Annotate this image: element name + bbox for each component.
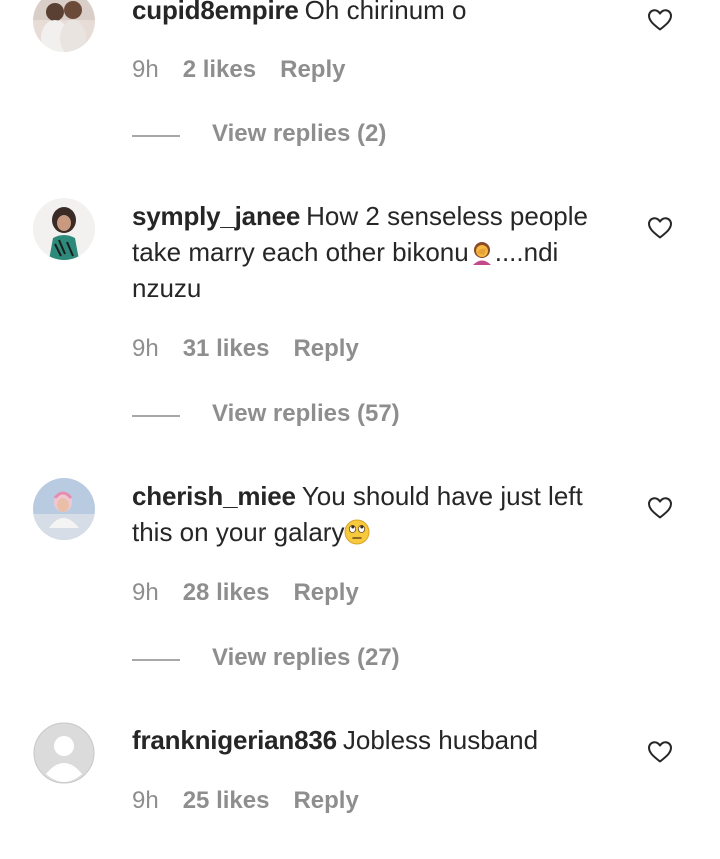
avatar[interactable] (33, 722, 95, 784)
comment-likes[interactable]: 31 likes (183, 335, 270, 362)
reply-button[interactable]: Reply (280, 56, 345, 83)
comment-username[interactable]: cupid8empire (132, 0, 299, 25)
profile-photo (33, 198, 95, 260)
comment-meta: 9h 2 likes Reply (132, 56, 345, 84)
heart-outline-icon[interactable] (647, 496, 673, 520)
comment-meta: 9h 31 likes Reply (132, 335, 359, 363)
comment-meta: 9h 25 likes Reply (132, 787, 359, 815)
comment-time: 9h (132, 579, 159, 606)
woman-facepalming-emoji (472, 242, 491, 265)
face-with-rolling-eyes-emoji (344, 519, 370, 545)
comment-username[interactable]: cherish_miee (132, 481, 296, 511)
comment-text: symply_janee How 2 senseless people take … (132, 198, 622, 306)
replies-divider (132, 135, 180, 137)
default-avatar-icon (33, 722, 95, 784)
view-replies-label[interactable]: View replies (57) (212, 400, 400, 428)
reply-button[interactable]: Reply (293, 579, 358, 606)
comment-body: Jobless husband (342, 725, 539, 755)
comment-body: Oh chirinum o (304, 0, 467, 25)
heart-outline-icon[interactable] (647, 216, 673, 240)
comment-time: 9h (132, 335, 159, 362)
avatar[interactable] (33, 478, 95, 540)
comment-text: cupid8empire Oh chirinum o (132, 0, 622, 28)
heart-outline-icon[interactable] (647, 740, 673, 764)
comment-username[interactable]: franknigerian836 (132, 725, 337, 755)
replies-divider (132, 659, 180, 661)
comment-likes[interactable]: 25 likes (183, 787, 270, 814)
heart-outline-icon[interactable] (647, 8, 673, 32)
comment-time: 9h (132, 56, 159, 83)
avatar[interactable] (33, 198, 95, 260)
comment-meta: 9h 28 likes Reply (132, 579, 359, 607)
comment-likes[interactable]: 28 likes (183, 579, 270, 606)
profile-photo (33, 0, 95, 52)
replies-divider (132, 415, 180, 417)
reply-button[interactable]: Reply (293, 335, 358, 362)
comment-likes[interactable]: 2 likes (183, 56, 256, 83)
comment-text: franknigerian836 Jobless husband (132, 722, 622, 758)
comment-time: 9h (132, 787, 159, 814)
comment-text: cherish_miee You should have just left th… (132, 478, 622, 550)
view-replies-label[interactable]: View replies (27) (212, 644, 400, 672)
reply-button[interactable]: Reply (293, 787, 358, 814)
comment-username[interactable]: symply_janee (132, 201, 300, 231)
view-replies-label[interactable]: View replies (2) (212, 120, 386, 148)
profile-photo (33, 478, 95, 540)
avatar[interactable] (33, 0, 95, 52)
